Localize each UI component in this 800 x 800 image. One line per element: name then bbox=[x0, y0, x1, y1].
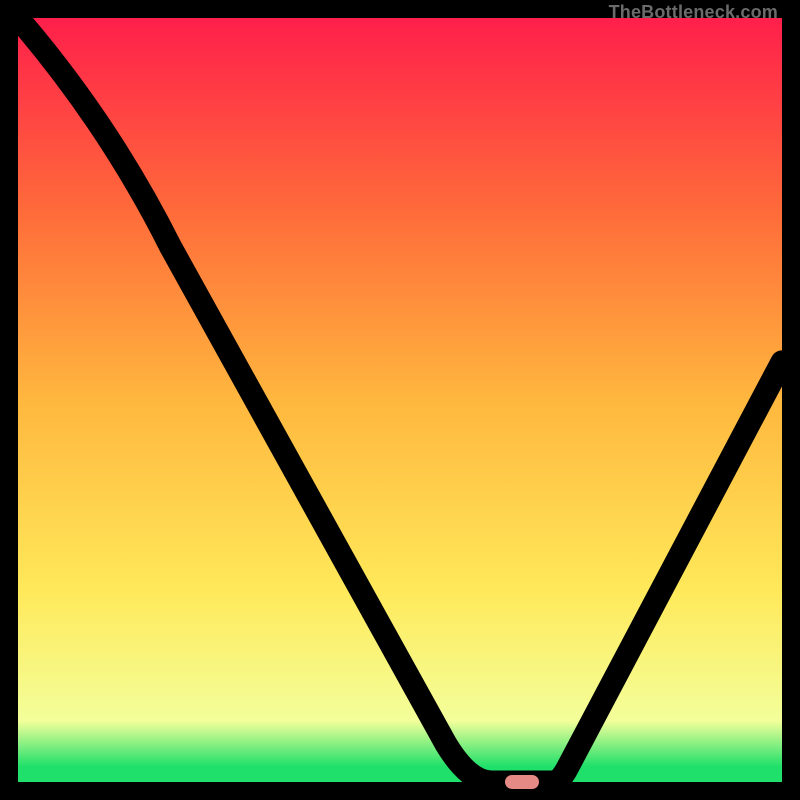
optimum-marker bbox=[505, 775, 539, 789]
chart-frame: TheBottleneck.com bbox=[0, 0, 800, 800]
curve-path bbox=[18, 18, 782, 782]
bottleneck-curve bbox=[18, 18, 782, 782]
plot-area bbox=[18, 18, 782, 782]
